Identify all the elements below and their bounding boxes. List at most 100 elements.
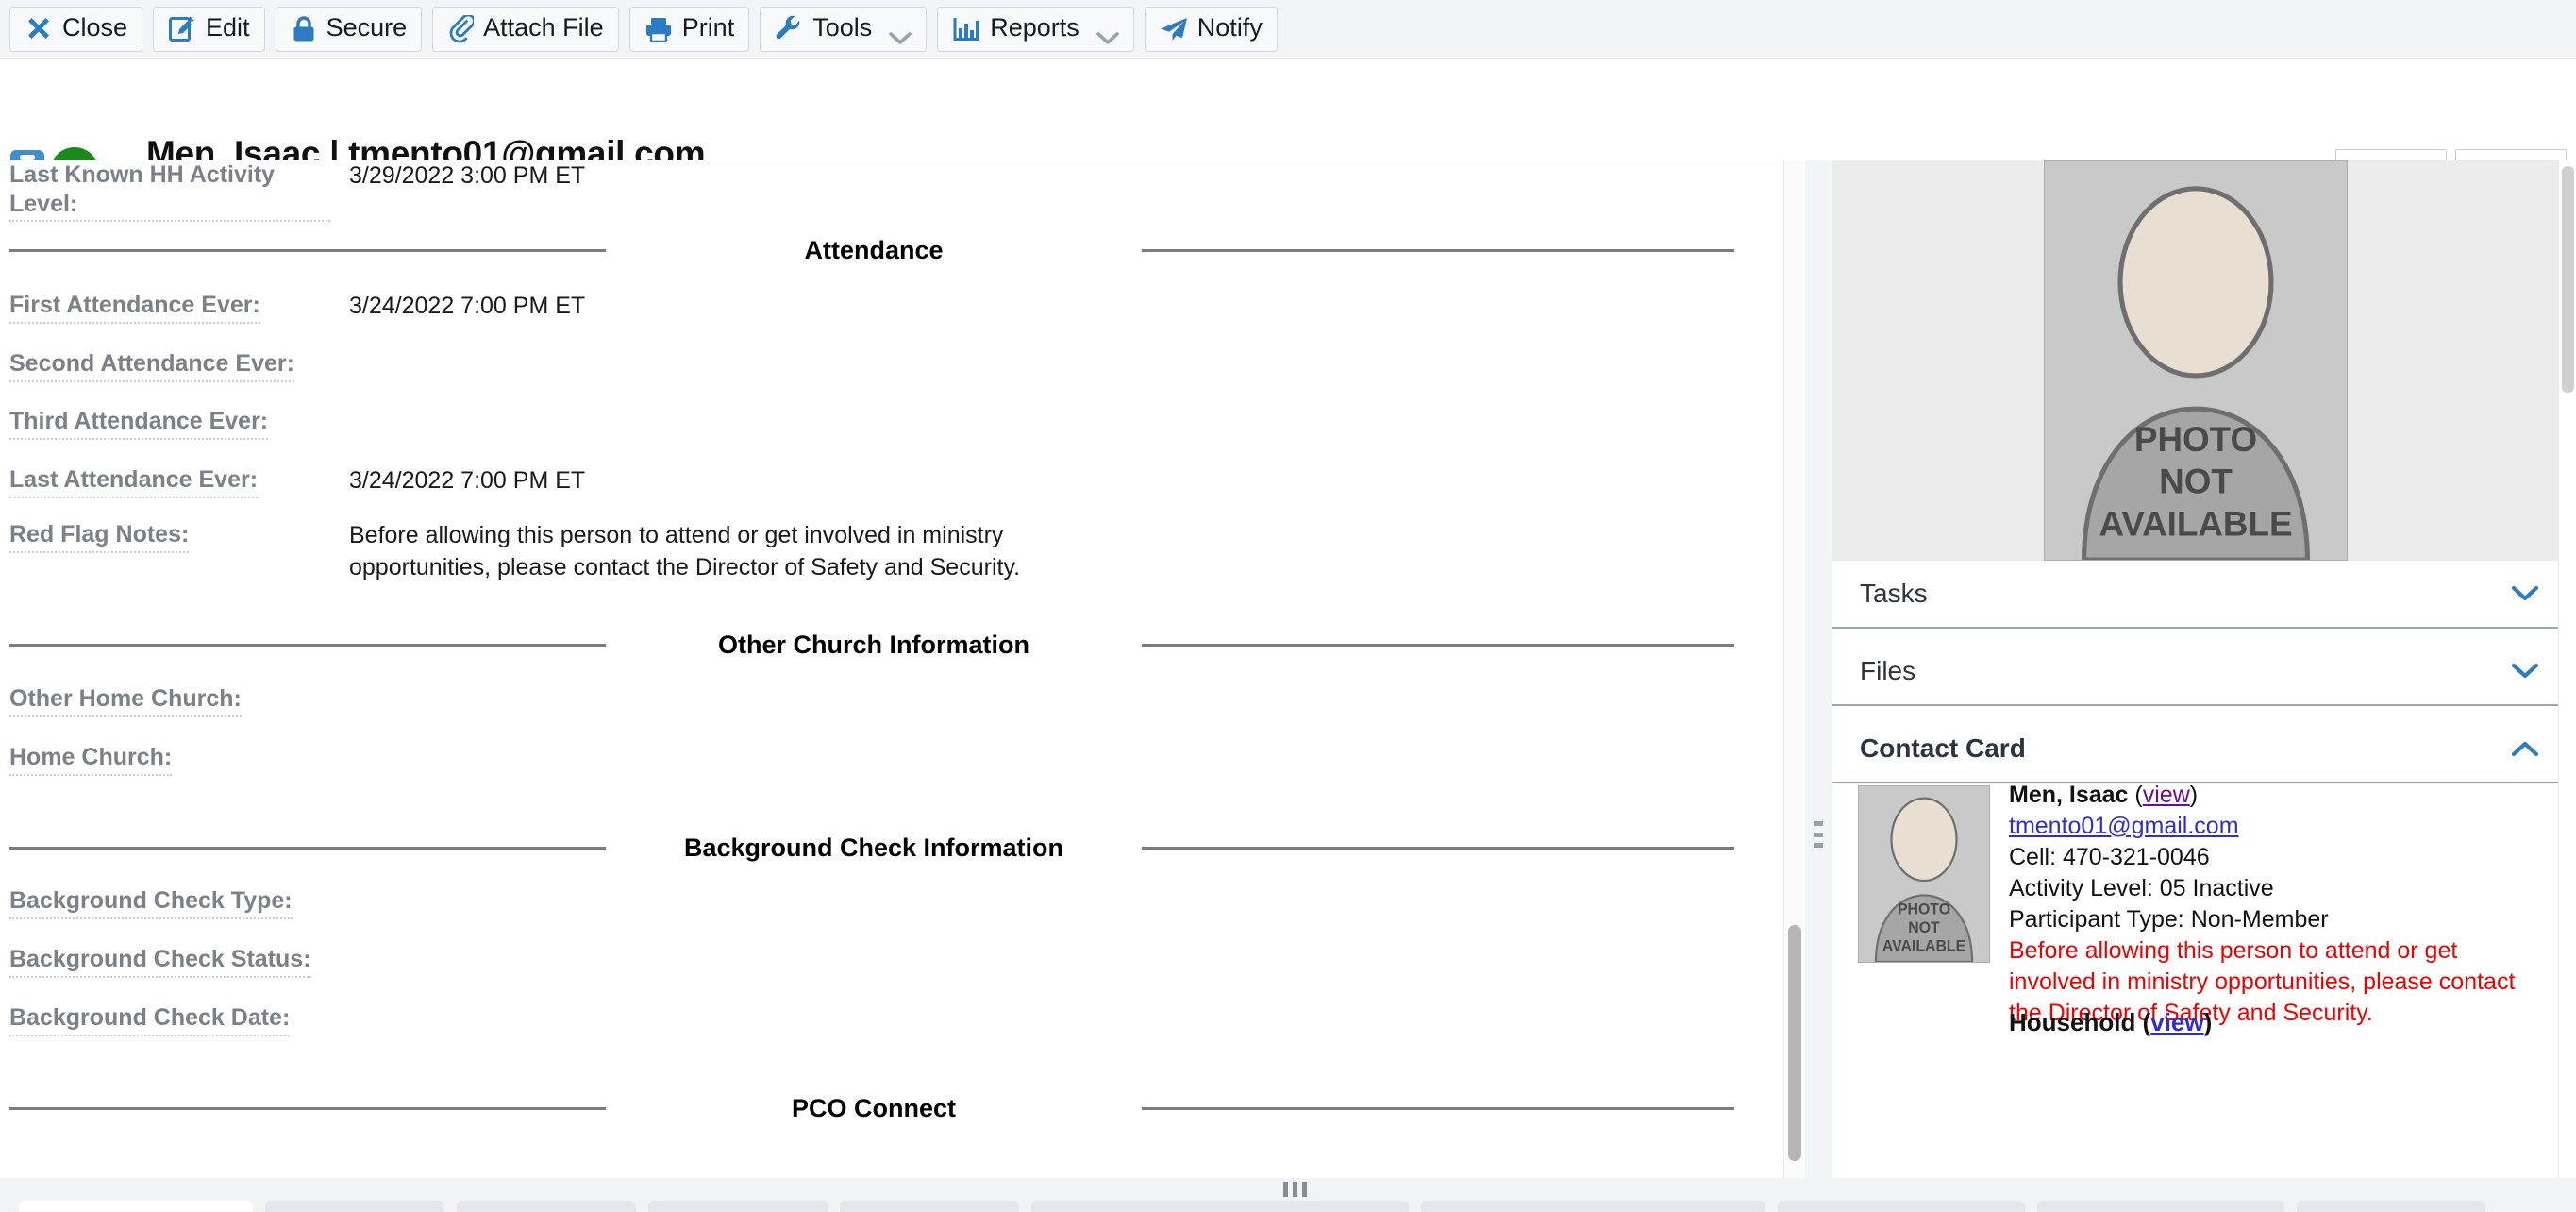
edit-button[interactable]: Edit bbox=[153, 6, 265, 52]
taskbar bbox=[0, 1201, 2576, 1212]
taskbar-tab[interactable] bbox=[2037, 1201, 2284, 1212]
field-label: Last Attendance Ever: bbox=[9, 465, 259, 498]
field-label: First Attendance Ever: bbox=[9, 291, 260, 324]
paperclip-icon bbox=[447, 14, 475, 43]
field-label: Home Church: bbox=[9, 743, 173, 776]
sidebar-scrollbar[interactable] bbox=[2558, 160, 2576, 1187]
taskbar-tab[interactable] bbox=[648, 1201, 828, 1212]
contact-card-details: Men, Isaac (view) tmento01@gmail.com Cel… bbox=[2009, 780, 2537, 1029]
edit-pencil-icon bbox=[168, 15, 196, 43]
contact-card-participant-type: Participant Type: Non-Member bbox=[2009, 906, 2329, 933]
contact-card-photo: PHOTO NOT AVAILABLE bbox=[1858, 785, 1990, 964]
close-x-icon bbox=[25, 15, 53, 43]
left-pane-scrollbar[interactable] bbox=[1783, 160, 1804, 1187]
section-title: Other Church Information bbox=[718, 630, 1029, 659]
household-section-title: Household (view) bbox=[2009, 1008, 2213, 1036]
svg-text:AVAILABLE: AVAILABLE bbox=[2099, 504, 2292, 543]
bar-chart-icon bbox=[952, 16, 980, 42]
toolbar-button-label: Print bbox=[681, 13, 735, 42]
field-value: 3/24/2022 7:00 PM ET bbox=[349, 293, 586, 319]
chevron-up-icon[interactable] bbox=[2511, 739, 2539, 758]
attach-file-button[interactable]: Attach File bbox=[432, 6, 619, 52]
field-label: Other Home Church: bbox=[9, 684, 242, 717]
field-label: Background Check Type: bbox=[9, 886, 293, 919]
record-header: Men, Isaac | tmento01@gmail.com Particip… bbox=[0, 59, 2576, 210]
bottom-grip-icon[interactable] bbox=[1276, 1182, 1313, 1197]
taskbar-tab[interactable] bbox=[2297, 1201, 2485, 1212]
taskbar-tab[interactable] bbox=[840, 1201, 1019, 1212]
photo-not-available-graphic: PHOTO NOT AVAILABLE bbox=[1859, 786, 1989, 964]
profile-photo-large: PHOTO NOT AVAILABLE bbox=[2043, 160, 2348, 563]
contact-card-cell: Cell: 470-321-0046 bbox=[2009, 844, 2210, 870]
svg-text:PHOTO: PHOTO bbox=[2133, 420, 2256, 459]
print-button[interactable]: Print bbox=[628, 6, 750, 52]
chevron-down-icon bbox=[1096, 23, 1119, 44]
close-button[interactable]: Close bbox=[9, 6, 143, 52]
taskbar-tab[interactable] bbox=[1421, 1201, 1765, 1212]
field-value: 3/29/2022 3:00 PM ET bbox=[349, 162, 586, 189]
taskbar-tab[interactable] bbox=[457, 1201, 636, 1212]
sidebar-panel-tasks[interactable]: Tasks bbox=[1832, 561, 2558, 629]
field-label: Background Check Status: bbox=[9, 945, 311, 978]
section-header: PCO Connect bbox=[0, 1089, 1783, 1127]
section-divider-right bbox=[1142, 643, 1734, 647]
svg-text:PHOTO: PHOTO bbox=[1898, 901, 1950, 917]
chevron-down-icon[interactable] bbox=[2511, 584, 2539, 603]
notify-button[interactable]: Notify bbox=[1144, 6, 1278, 52]
tools-button[interactable]: Tools bbox=[760, 6, 928, 52]
toolbar-button-label: Reports bbox=[990, 13, 1079, 42]
contact-card-view-link[interactable]: view bbox=[2143, 782, 2190, 808]
field-label: Last Known HH Activity Level: bbox=[9, 160, 330, 222]
section-header: Background Check Information bbox=[0, 829, 1783, 867]
section-title: PCO Connect bbox=[791, 1093, 956, 1122]
reports-button[interactable]: Reports bbox=[937, 6, 1134, 52]
sidebar-panel-files[interactable]: Files bbox=[1832, 638, 2558, 706]
lock-icon bbox=[291, 15, 317, 43]
sidebar-panel-label: Contact Card bbox=[1860, 733, 2026, 763]
contact-card-name: Men, Isaac bbox=[2009, 782, 2129, 808]
section-divider-left bbox=[9, 1106, 606, 1110]
household-label: Household bbox=[2009, 1008, 2136, 1036]
section-title: Attendance bbox=[804, 235, 944, 264]
taskbar-tab[interactable] bbox=[19, 1201, 253, 1212]
toolbar-button-label: Close bbox=[62, 13, 128, 42]
section-divider-left bbox=[9, 643, 606, 647]
svg-text:NOT: NOT bbox=[2159, 463, 2233, 501]
section-divider-left bbox=[9, 846, 606, 850]
splitter-grip-icon bbox=[1814, 821, 1823, 848]
toolbar-button-label: Attach File bbox=[483, 13, 604, 42]
toolbar-button-label: Secure bbox=[326, 13, 408, 42]
contact-card-activity-level: Activity Level: 05 Inactive bbox=[2009, 875, 2274, 901]
section-header: Other Church Information bbox=[0, 626, 1783, 664]
section-divider-right bbox=[1142, 846, 1734, 850]
pane-splitter[interactable] bbox=[1805, 160, 1832, 1187]
field-label: Third Attendance Ever: bbox=[9, 407, 269, 440]
svg-text:NOT: NOT bbox=[1908, 919, 1940, 936]
section-divider-left bbox=[9, 248, 606, 252]
section-divider-right bbox=[1142, 1106, 1734, 1110]
field-label: Red Flag Notes: bbox=[9, 520, 190, 553]
sidebar-panel-label: Files bbox=[1860, 656, 1916, 685]
paper-plane-icon bbox=[1160, 16, 1188, 42]
chevron-down-icon[interactable] bbox=[2511, 662, 2539, 681]
field-label: Background Check Date: bbox=[9, 1003, 291, 1036]
taskbar-tab[interactable] bbox=[1778, 1201, 2025, 1212]
main-toolbar: Close Edit Secure Attach File Print Tools Repo… bbox=[0, 0, 2576, 59]
left-pane-scroll-thumb[interactable] bbox=[1788, 925, 1801, 1161]
chevron-down-icon bbox=[889, 23, 912, 44]
contact-card-email-link[interactable]: tmento01@gmail.com bbox=[2009, 813, 2239, 839]
taskbar-tab[interactable] bbox=[265, 1201, 444, 1212]
field-value: 3/24/2022 7:00 PM ET bbox=[349, 467, 586, 494]
secure-button[interactable]: Secure bbox=[275, 6, 423, 52]
sidebar-panel-contact-card[interactable]: Contact Card bbox=[1832, 715, 2558, 783]
sidebar-scroll-thumb[interactable] bbox=[2562, 166, 2574, 393]
household-view-link[interactable]: view bbox=[2150, 1008, 2203, 1036]
section-title: Background Check Information bbox=[683, 833, 1064, 862]
toolbar-button-label: Notify bbox=[1196, 13, 1263, 42]
printer-icon bbox=[644, 16, 673, 42]
taskbar-tab[interactable] bbox=[1031, 1201, 1409, 1212]
section-header: Attendance bbox=[0, 231, 1783, 269]
field-label: Second Attendance Ever: bbox=[9, 349, 294, 382]
svg-text:AVAILABLE: AVAILABLE bbox=[1882, 938, 1966, 955]
sidebar-pane: PHOTO NOT AVAILABLE Tasks Files Contact Ca… bbox=[1832, 160, 2558, 1187]
